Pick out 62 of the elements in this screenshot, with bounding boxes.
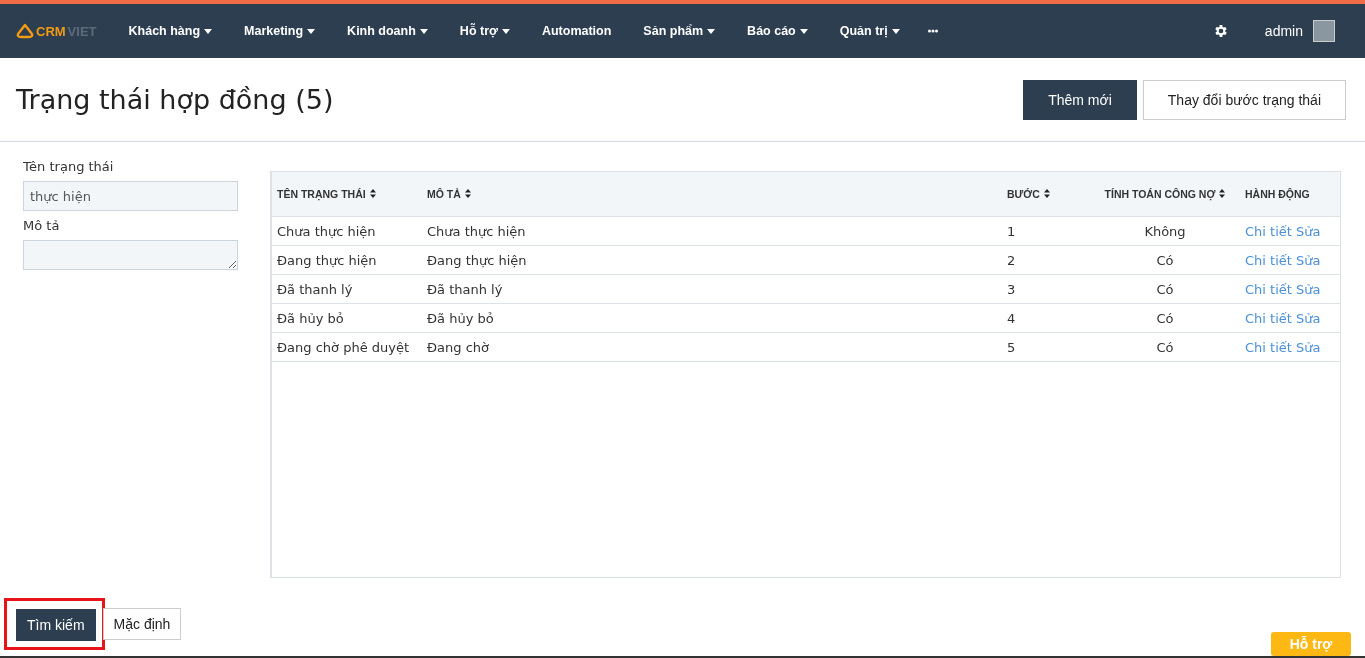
- table-cell: Có: [1090, 303, 1240, 333]
- logo-text[interactable]: CRM: [36, 23, 66, 39]
- caret-icon[interactable]: [204, 28, 213, 34]
- header-button[interactable]: Thay đổi bước trạng thái: [1142, 79, 1346, 120]
- menu-item[interactable]: Báo cáo: [733, 24, 822, 38]
- table-cell: Đã thanh lý: [422, 274, 1002, 304]
- header-button[interactable]: Thêm mới: [1023, 79, 1137, 120]
- table-cell: Chưa thực hiện: [272, 216, 422, 246]
- table-cell: 2: [1002, 245, 1090, 275]
- textarea-field[interactable]: [23, 240, 238, 270]
- sort-icon[interactable]: [369, 189, 376, 198]
- table-cell: Đã hủy bỏ: [272, 303, 422, 333]
- caret-icon[interactable]: [799, 28, 808, 34]
- menu-item[interactable]: Khách hàng: [114, 24, 227, 38]
- caret-icon[interactable]: [307, 28, 316, 34]
- caret-icon[interactable]: [707, 28, 716, 34]
- table-cell: Đang chờ phê duyệt: [272, 332, 422, 362]
- column-header[interactable]: TÍNH TOÁN CÔNG NỢ: [1104, 188, 1216, 200]
- more-icon[interactable]: [927, 29, 938, 33]
- table-cell: Có: [1090, 274, 1240, 304]
- table-cell: Đã hủy bỏ: [422, 303, 1002, 333]
- table-cell: 4: [1002, 303, 1090, 333]
- menu-item[interactable]: Kinh doanh: [333, 24, 442, 38]
- footer-button[interactable]: Mặc định: [102, 608, 182, 640]
- menu-item[interactable]: Hỗ trợ: [445, 24, 524, 38]
- field-label: Mô tả: [23, 218, 61, 233]
- table-cell: Có: [1090, 332, 1240, 362]
- edit-link[interactable]: Sửa: [1296, 339, 1321, 355]
- menu-item[interactable]: Automation: [527, 24, 626, 38]
- logo-icon: [16, 23, 34, 39]
- input-field[interactable]: thực hiện: [23, 181, 238, 211]
- sort-icon[interactable]: [1219, 189, 1226, 198]
- column-header[interactable]: BƯỚC: [1007, 188, 1040, 200]
- menu-item[interactable]: Marketing: [230, 24, 330, 38]
- edit-link[interactable]: Sửa: [1296, 252, 1321, 268]
- sort-icon[interactable]: [1043, 189, 1050, 198]
- page-title: Trạng thái hợp đồng (5): [16, 84, 334, 115]
- edit-link[interactable]: Sửa: [1296, 223, 1321, 239]
- table-cell: Chưa thực hiện: [422, 216, 1002, 246]
- table-cell: Có: [1090, 245, 1240, 275]
- field-label: Tên trạng thái: [23, 159, 115, 174]
- edit-link[interactable]: Sửa: [1296, 310, 1321, 326]
- menu-item[interactable]: Quản trị: [825, 24, 914, 38]
- sort-icon[interactable]: [464, 189, 471, 198]
- caret-icon[interactable]: [501, 28, 510, 34]
- footer-button[interactable]: Tìm kiếm: [16, 609, 96, 641]
- table-cell: 3: [1002, 274, 1090, 304]
- menu-item[interactable]: Sản phẩm: [629, 24, 730, 38]
- caret-icon[interactable]: [891, 28, 900, 34]
- column-header[interactable]: HÀNH ĐỘNG: [1245, 188, 1310, 200]
- table-cell: Đã thanh lý: [272, 274, 422, 304]
- table-cell: Đang thực hiện: [272, 245, 422, 275]
- table-cell: Đang chờ: [422, 332, 1002, 362]
- user-name[interactable]: admin: [1264, 23, 1303, 39]
- edit-link[interactable]: Sửa: [1296, 281, 1321, 297]
- table-cell: 5: [1002, 332, 1090, 362]
- caret-icon[interactable]: [419, 28, 428, 34]
- table-cell: Đang thực hiện: [422, 245, 1002, 275]
- table-cell: Không: [1090, 216, 1240, 246]
- table-cell: 1: [1002, 216, 1090, 246]
- column-header[interactable]: TÊN TRẠNG THÁI: [277, 188, 366, 200]
- column-header[interactable]: MÔ TẢ: [427, 188, 461, 200]
